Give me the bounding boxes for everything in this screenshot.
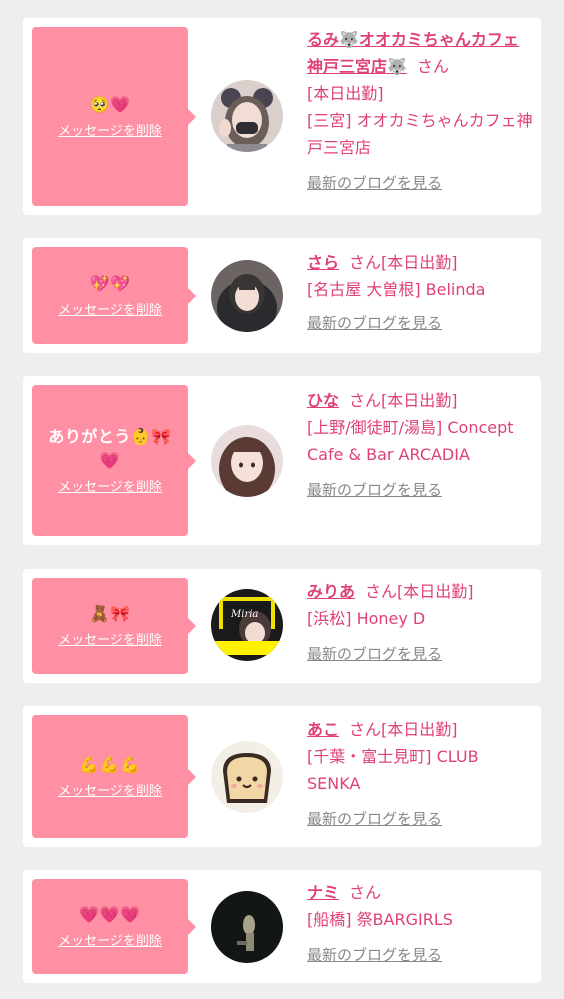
latest-blog-link[interactable]: 最新のブログを見る: [307, 808, 533, 830]
entry-info: みりあ さん[本日出勤] [浜松] Honey D 最新のブログを見る: [307, 578, 533, 665]
cast-name-link[interactable]: るみ🐺オオカミちゃんカフェ神戸三宮店🐺: [307, 30, 519, 76]
cast-name-link[interactable]: ナミ: [307, 883, 339, 902]
shop-name: [名古屋 大曽根] Belinda: [307, 280, 486, 299]
message-text: 🧸🎀: [89, 604, 131, 623]
attendance-tag: [本日出勤]: [381, 720, 458, 739]
message-card: 🧸🎀 メッセージを削除 Miria みりあ さん[本日出勤] [浜松] Honey…: [23, 569, 541, 683]
entry-info: るみ🐺オオカミちゃんカフェ神戸三宮店🐺 さん [本日出勤] [三宮] オオカミちゃ…: [307, 26, 533, 194]
delete-message-link[interactable]: メッセージを削除: [58, 933, 162, 951]
shop-name: [三宮] オオカミちゃんカフェ神戸三宮店: [307, 111, 533, 157]
attendance-tag: [本日出勤]: [397, 582, 474, 601]
message-card: 🥺💗 メッセージを削除 るみ🐺オオカミちゃんカフェ神戸三宮店🐺 さん [本日出勤]…: [23, 18, 541, 215]
shop-name: [浜松] Honey D: [307, 609, 426, 628]
avatar[interactable]: [211, 425, 283, 497]
message-text: 💗💗💗: [79, 904, 141, 924]
message-bubble: 💖💖 メッセージを削除: [32, 247, 196, 344]
avatar[interactable]: Miria: [211, 589, 283, 661]
cast-name-link[interactable]: さら: [307, 253, 339, 272]
avatar-honey-d-image: Miria: [211, 589, 283, 661]
latest-blog-link[interactable]: 最新のブログを見る: [307, 944, 533, 966]
honorific: さん: [349, 253, 382, 272]
latest-blog-link[interactable]: 最新のブログを見る: [307, 172, 533, 194]
message-card: 💪💪💪 メッセージを削除 あこ さん[本日出勤] [千葉・富士見町] CLUB S…: [23, 706, 541, 847]
honorific: さん: [416, 57, 449, 76]
honorific: さん: [349, 883, 382, 902]
entry-info: あこ さん[本日出勤] [千葉・富士見町] CLUB SENKA 最新のブログを見…: [307, 716, 533, 830]
entry-info: さら さん[本日出勤] [名古屋 大曽根] Belinda 最新のブログを見る: [307, 249, 533, 334]
avatar[interactable]: [211, 891, 283, 963]
shop-name: [船橋] 祭BARGIRLS: [307, 910, 453, 929]
message-bubble: 💗💗💗 メッセージを削除: [32, 879, 196, 974]
latest-blog-link[interactable]: 最新のブログを見る: [307, 643, 533, 665]
message-text: 💖💖: [89, 273, 131, 293]
message-bubble: 💪💪💪 メッセージを削除: [32, 715, 196, 838]
message-bubble: 🧸🎀 メッセージを削除: [32, 578, 196, 674]
message-card: 💗💗💗 メッセージを削除 ナミ さん [船橋] 祭BARGIRLS 最新のブログを…: [23, 870, 541, 983]
message-card: ありがとう👶🎀💗 メッセージを削除 ひな さん[本日出勤] [上野/御徒町/湯島]…: [23, 376, 541, 545]
attendance-tag: [本日出勤]: [381, 391, 458, 410]
attendance-tag: [本日出勤]: [307, 84, 384, 103]
latest-blog-link[interactable]: 最新のブログを見る: [307, 479, 533, 501]
cast-name-link[interactable]: ひな: [307, 391, 339, 410]
avatar-toast-image: [211, 741, 283, 813]
honorific: さん: [365, 582, 398, 601]
avatar-girl-long-hair-image: [211, 425, 283, 497]
delete-message-link[interactable]: メッセージを削除: [58, 479, 162, 497]
entry-info: ひな さん[本日出勤] [上野/御徒町/湯島] Concept Cafe & Ba…: [307, 387, 533, 501]
delete-message-link[interactable]: メッセージを削除: [58, 302, 162, 320]
cast-name-link[interactable]: みりあ: [307, 582, 355, 601]
avatar-girl-hood-image: [211, 260, 283, 332]
delete-message-link[interactable]: メッセージを削除: [58, 783, 162, 801]
avatar-text: Miria: [230, 609, 258, 620]
avatar-girl-mask-image: [211, 80, 283, 152]
message-text: 🥺💗: [89, 94, 131, 114]
avatar[interactable]: [211, 260, 283, 332]
avatar-dark-photo-image: [211, 891, 283, 963]
message-card: 💖💖 メッセージを削除 さら さん[本日出勤] [名古屋 大曽根] Belinda…: [23, 238, 541, 353]
avatar[interactable]: [211, 80, 283, 152]
honorific: さん: [349, 391, 382, 410]
message-text: 💪💪💪: [79, 754, 141, 774]
delete-message-link[interactable]: メッセージを削除: [58, 123, 162, 141]
honorific: さん: [349, 720, 382, 739]
avatar[interactable]: [211, 741, 283, 813]
entry-info: ナミ さん [船橋] 祭BARGIRLS 最新のブログを見る: [307, 879, 533, 966]
shop-name: [千葉・富士見町] CLUB SENKA: [307, 747, 479, 793]
message-bubble: ありがとう👶🎀💗 メッセージを削除: [32, 385, 196, 536]
delete-message-link[interactable]: メッセージを削除: [58, 632, 162, 650]
latest-blog-link[interactable]: 最新のブログを見る: [307, 312, 533, 334]
attendance-tag: [本日出勤]: [381, 253, 458, 272]
cast-name-link[interactable]: あこ: [307, 720, 339, 739]
message-bubble: 🥺💗 メッセージを削除: [32, 27, 196, 206]
shop-name: [上野/御徒町/湯島] Concept Cafe & Bar ARCADIA: [307, 418, 514, 464]
message-text: ありがとう👶🎀💗: [48, 426, 172, 470]
